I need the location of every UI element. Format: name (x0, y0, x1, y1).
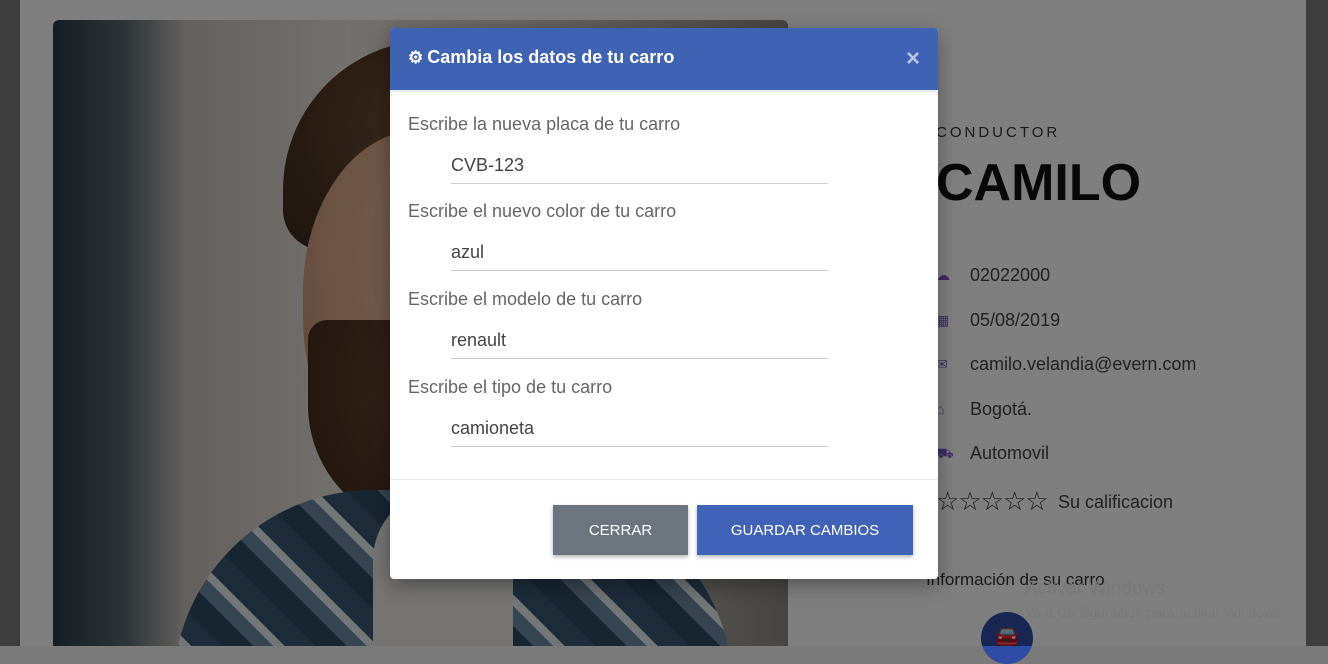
model-input[interactable] (451, 322, 828, 359)
watermark-subtitle: Ve a Configuración para activar Windows. (1025, 604, 1285, 620)
modal-title-text: Cambia los datos de tu carro (427, 47, 675, 67)
close-button[interactable]: CERRAR (553, 505, 688, 555)
color-input[interactable] (451, 234, 828, 271)
plate-input[interactable] (451, 147, 828, 184)
gears-icon: ⚙ (408, 48, 424, 67)
color-label: Escribe el nuevo color de tu carro (408, 201, 677, 221)
modal-footer: CERRAR GUARDAR CAMBIOS (390, 479, 938, 579)
close-icon[interactable]: × (906, 45, 920, 73)
model-label: Escribe el modelo de tu carro (408, 289, 643, 309)
modal-header: ⚙ Cambia los datos de tu carro × (390, 28, 938, 92)
type-label: Escribe el tipo de tu carro (408, 377, 613, 397)
type-input[interactable] (451, 410, 828, 447)
windows-activation-watermark: Activar Windows Ve a Configuración para … (1025, 578, 1285, 620)
plate-label: Escribe la nueva placa de tu carro (408, 114, 681, 134)
watermark-title: Activar Windows (1025, 578, 1166, 599)
modal-title: ⚙ Cambia los datos de tu carro (408, 47, 674, 68)
save-changes-button[interactable]: GUARDAR CAMBIOS (697, 505, 913, 555)
edit-car-modal: ⚙ Cambia los datos de tu carro × Escribe … (390, 28, 938, 579)
